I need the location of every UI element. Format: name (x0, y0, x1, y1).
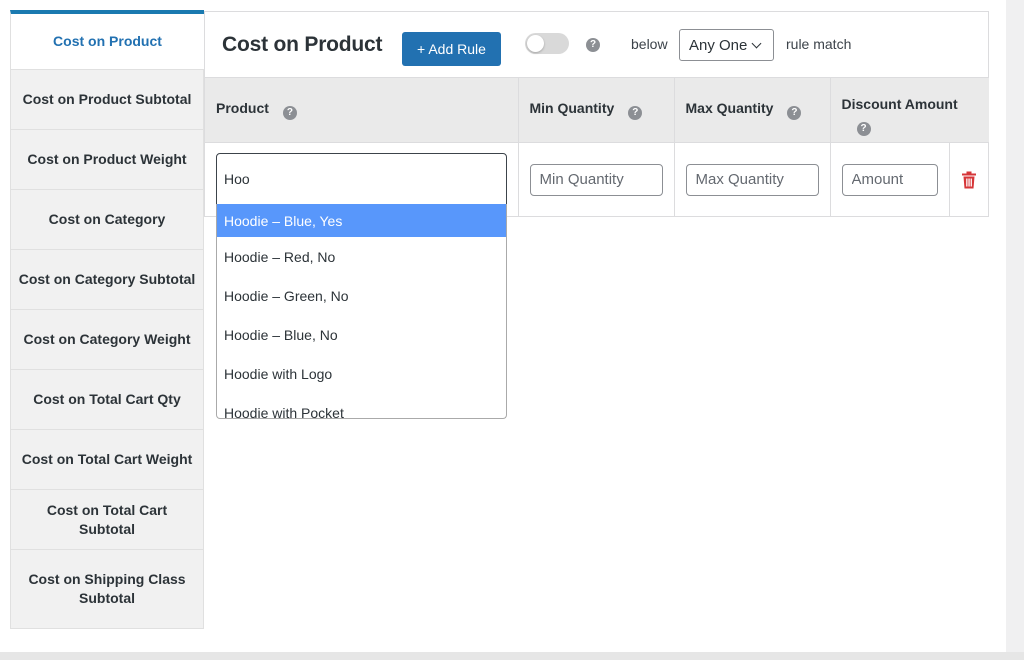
tab-label: Cost on Total Cart Weight (21, 451, 193, 467)
chevron-down-icon (751, 38, 762, 48)
delete-cell (949, 142, 989, 217)
column-header-discount-amount: Discount Amount? (830, 77, 989, 143)
help-icon[interactable]: ? (787, 106, 802, 120)
page-title: Cost on Product (222, 33, 383, 56)
option-label: Hoodie – Blue, No (224, 326, 338, 343)
tab-label: Cost on Category Weight (23, 331, 191, 347)
tab-cost-on-product[interactable]: Cost on Product (10, 10, 204, 70)
tab-cost-on-total-cart-weight[interactable]: Cost on Total Cart Weight (10, 430, 204, 490)
help-icon[interactable]: ? (856, 122, 871, 136)
add-rule-button[interactable]: + Add Rule (402, 32, 501, 66)
column-label: Max Quantity (685, 100, 774, 116)
help-icon[interactable]: ? (282, 106, 297, 120)
sidebar-tabs: Cost on Product Cost on Product Subtotal… (10, 10, 204, 629)
tab-label: Cost on Category (48, 211, 166, 227)
dropdown-option[interactable]: Hoodie – Blue, No (217, 315, 506, 354)
dropdown-option[interactable]: Hoodie – Red, No (217, 237, 506, 276)
max-quantity-cell (674, 142, 831, 217)
max-quantity-input[interactable] (685, 163, 819, 196)
tab-cost-on-category-subtotal[interactable]: Cost on Category Subtotal (10, 250, 204, 310)
tab-label: Cost on Product Subtotal (22, 91, 192, 107)
tab-label: Cost on Total Cart Subtotal (46, 501, 168, 537)
tab-cost-on-total-cart-subtotal[interactable]: Cost on Total Cart Subtotal (10, 490, 204, 550)
tab-cost-on-shipping-class-subtotal[interactable]: Cost on Shipping Class Subtotal (10, 550, 204, 629)
below-label: below (631, 36, 668, 52)
help-icon[interactable]: ? (628, 106, 643, 120)
help-icon[interactable]: ? (586, 38, 600, 52)
tab-cost-on-total-cart-qty[interactable]: Cost on Total Cart Qty (10, 370, 204, 430)
dropdown-option[interactable]: Hoodie with Logo (217, 354, 506, 393)
tab-label: Cost on Category Subtotal (18, 271, 196, 287)
panel-header: Cost on Product + Add Rule ? below Any O… (205, 12, 988, 77)
dropdown-option[interactable]: Hoodie – Blue, Yes (217, 204, 506, 237)
tab-cost-on-category[interactable]: Cost on Category (10, 190, 204, 250)
product-dropdown[interactable]: Hoodie – Blue, Yes Hoodie – Red, No Hood… (216, 204, 507, 419)
dropdown-option[interactable]: Hoodie with Pocket (217, 393, 506, 419)
tab-cost-on-product-weight[interactable]: Cost on Product Weight (10, 130, 204, 190)
tab-label: Cost on Total Cart Qty (33, 391, 181, 407)
tab-label: Cost on Product (53, 33, 162, 49)
dropdown-option[interactable]: Hoodie – Green, No (217, 276, 506, 315)
tab-cost-on-product-subtotal[interactable]: Cost on Product Subtotal (10, 70, 204, 130)
bottom-strip (0, 652, 1024, 660)
product-search-input[interactable]: Hoo (216, 153, 507, 205)
column-label: Min Quantity (529, 100, 615, 116)
option-label: Hoodie – Red, No (224, 248, 336, 265)
rule-match-value: Any One (689, 36, 748, 54)
amount-cell (830, 142, 950, 217)
option-label: Hoodie with Logo (224, 365, 333, 382)
column-label: Discount Amount (841, 96, 958, 112)
rule-toggle[interactable] (525, 33, 569, 54)
rule-match-select[interactable]: Any One (679, 29, 774, 61)
table-header-row: Product? Min Quantity? Max Quantity? Dis… (205, 77, 989, 143)
product-search-value: Hoo (224, 171, 250, 187)
option-label: Hoodie – Green, No (224, 287, 349, 304)
rule-match-label: rule match (786, 36, 852, 52)
column-label: Product (216, 100, 269, 116)
amount-input[interactable] (841, 163, 938, 196)
right-gutter (1006, 0, 1024, 660)
option-label: Hoodie with Pocket (224, 404, 344, 419)
min-quantity-cell (518, 142, 675, 217)
column-header-product: Product? (205, 77, 519, 143)
trash-icon[interactable] (961, 171, 977, 189)
min-quantity-input[interactable] (529, 163, 663, 196)
option-label: Hoodie – Blue, Yes (224, 212, 343, 229)
toggle-knob (527, 35, 544, 52)
tab-label: Cost on Shipping Class Subtotal (28, 571, 186, 606)
column-header-min-quantity: Min Quantity? (518, 77, 675, 143)
tab-label: Cost on Product Weight (27, 151, 187, 167)
column-header-max-quantity: Max Quantity? (674, 77, 831, 143)
tab-cost-on-category-weight[interactable]: Cost on Category Weight (10, 310, 204, 370)
